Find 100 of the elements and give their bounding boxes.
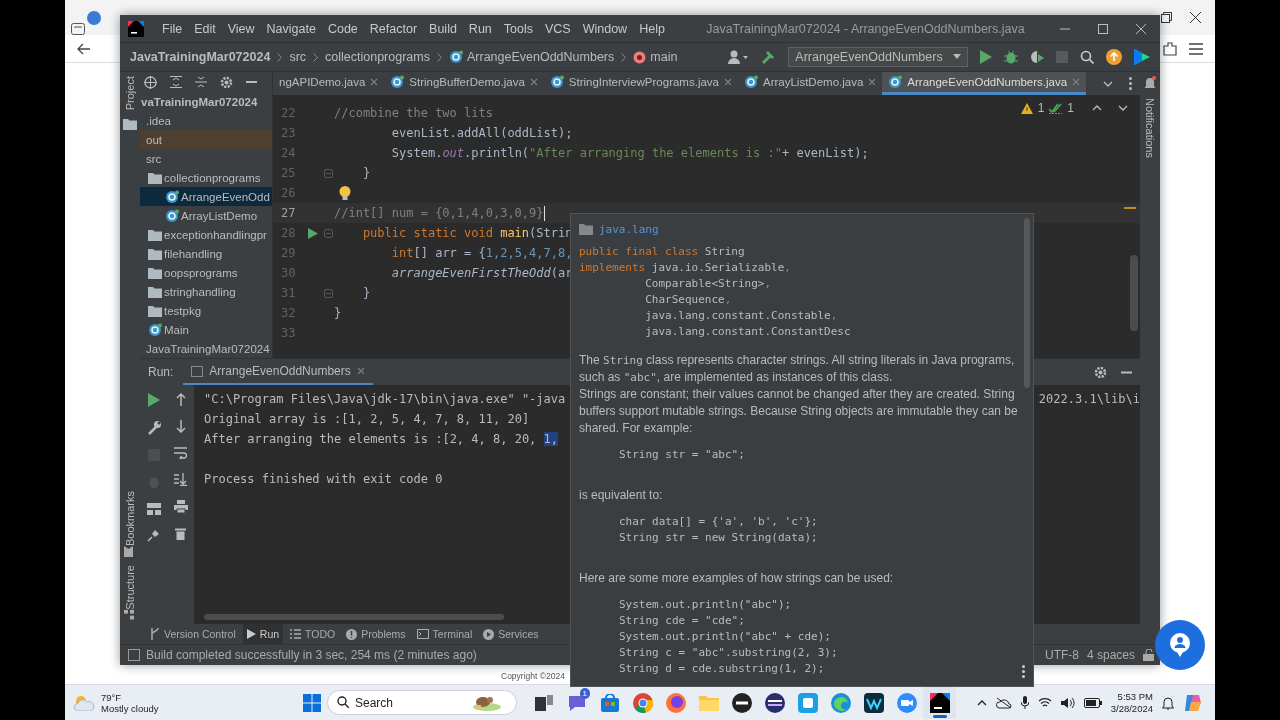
breadcrumb[interactable]: JavaTrainingMar072024 — [130, 50, 271, 64]
up-arrow-icon[interactable] — [175, 393, 186, 406]
structure-tool-tab[interactable]: Structure — [124, 565, 136, 620]
tree-item[interactable]: Main — [140, 320, 272, 339]
scrollbar[interactable] — [204, 614, 504, 620]
webex-icon[interactable] — [863, 692, 884, 713]
task-view-icon[interactable] — [534, 694, 553, 711]
tree-item[interactable]: testpkg — [140, 301, 272, 320]
menu-item[interactable]: Window — [576, 21, 634, 36]
tree-item[interactable]: exceptionhandlingpr — [140, 225, 272, 244]
lightbulb-icon[interactable] — [339, 185, 351, 201]
tool-window-button[interactable]: Version Control — [146, 624, 240, 644]
app-logo-icon[interactable] — [128, 20, 144, 37]
close-icon[interactable] — [1136, 23, 1146, 34]
run-icon[interactable] — [147, 393, 160, 407]
menu-item[interactable]: Tools — [497, 21, 539, 36]
bell-icon[interactable] — [1162, 695, 1174, 710]
menu-item[interactable]: Navigate — [260, 21, 322, 36]
package-name[interactable]: java.lang — [599, 222, 659, 236]
microphone-icon[interactable] — [1020, 696, 1029, 709]
more-icon[interactable] — [1129, 77, 1132, 90]
menu-icon[interactable] — [1189, 42, 1203, 55]
close-icon[interactable] — [1190, 12, 1201, 23]
tree-item[interactable]: JavaTrainingMar072024 — [140, 339, 272, 358]
trash-icon[interactable] — [175, 527, 186, 540]
tool-window-button[interactable]: Terminal — [412, 624, 477, 644]
print-icon[interactable] — [173, 500, 188, 513]
indent-setting[interactable]: 4 spaces — [1086, 648, 1135, 662]
breadcrumb[interactable]: collectionprograms — [325, 50, 430, 64]
editor-tab[interactable]: ArrayListDemo.java — [738, 72, 883, 95]
restore-icon[interactable] — [1161, 12, 1172, 23]
tree-item[interactable]: .idea — [140, 111, 272, 130]
extensions-icon[interactable] — [1163, 41, 1177, 56]
expand-all-icon[interactable] — [170, 76, 182, 88]
menu-item[interactable]: Run — [462, 21, 498, 36]
run-configuration-dropdown[interactable]: ArrangeEvenOddNumbers — [788, 47, 968, 67]
run-icon[interactable] — [980, 50, 992, 64]
menu-item[interactable]: Edit — [188, 21, 222, 36]
update-icon[interactable] — [1106, 49, 1122, 65]
chevron-down-icon[interactable] — [1103, 80, 1113, 87]
editor-tab[interactable]: ArrangeEvenOddNumbers.java — [882, 72, 1087, 95]
wrench-icon[interactable] — [146, 421, 161, 435]
start-icon[interactable] — [303, 693, 321, 712]
down-arrow-icon[interactable] — [175, 420, 186, 433]
cloud-off-icon[interactable] — [995, 696, 1012, 709]
bookmarks-tool-tab[interactable]: Bookmarks — [124, 491, 136, 558]
square-app-icon[interactable] — [797, 692, 818, 713]
maximize-icon[interactable] — [1098, 23, 1108, 34]
chevron-up-icon[interactable] — [976, 699, 987, 706]
bug-icon[interactable] — [1004, 50, 1018, 64]
breadcrumb[interactable]: src — [289, 50, 307, 64]
weak-warning-count[interactable]: 1 — [1067, 101, 1074, 115]
browser-icon[interactable] — [830, 692, 851, 713]
warning-count[interactable]: 1 — [1037, 101, 1045, 115]
plugin-logo-icon[interactable] — [1134, 49, 1150, 65]
lock-icon[interactable] — [1143, 649, 1154, 661]
more-icon[interactable] — [1022, 665, 1025, 678]
pin-icon[interactable] — [147, 529, 160, 542]
tree-item[interactable]: ArrangeEvenOdd — [140, 187, 272, 206]
ide-logo-icon[interactable] — [929, 692, 950, 713]
store-icon[interactable] — [600, 693, 619, 712]
tree-item[interactable]: oopsprograms — [140, 263, 272, 282]
soft-wrap-icon[interactable] — [174, 447, 187, 459]
hammer-icon[interactable] — [760, 49, 776, 65]
tree-item[interactable]: src — [140, 149, 272, 168]
collapse-all-icon[interactable] — [195, 76, 207, 88]
tab-list-icon[interactable] — [71, 23, 85, 35]
settings-icon[interactable] — [220, 75, 233, 89]
run-gutter-icon[interactable] — [308, 227, 318, 239]
project-tool-tab[interactable]: Project — [124, 76, 136, 111]
stripes-icon[interactable] — [764, 692, 785, 713]
chevron-down-icon[interactable] — [1118, 105, 1128, 111]
browser-icon[interactable] — [665, 692, 686, 713]
menu-item[interactable]: VCS — [539, 21, 577, 36]
chevron-up-icon[interactable] — [1092, 105, 1102, 111]
clock-date[interactable]: 3/28/2024 — [1110, 702, 1153, 715]
volume-icon[interactable] — [1060, 696, 1075, 709]
tool-window-button[interactable]: TODO — [286, 624, 340, 644]
tool-window-button[interactable]: Services — [479, 624, 543, 644]
coverage-icon[interactable] — [1030, 50, 1044, 64]
tree-item[interactable]: collectionprograms — [140, 168, 272, 187]
tree-item[interactable]: vaTrainingMar072024 — [140, 92, 272, 111]
clock-time[interactable]: 5:53 PM — [1117, 690, 1153, 703]
menu-item[interactable]: Refactor — [363, 21, 424, 36]
settings-icon[interactable] — [1094, 365, 1107, 379]
menu-item[interactable]: Code — [321, 21, 364, 36]
round-logo-icon[interactable] — [731, 692, 752, 713]
tool-window-button[interactable]: Problems — [342, 624, 410, 644]
browser-icon[interactable] — [632, 692, 653, 713]
menu-item[interactable]: File — [156, 21, 189, 36]
chat-icon[interactable] — [566, 693, 587, 712]
tool-window-button[interactable]: Run — [242, 624, 284, 644]
battery-icon[interactable] — [1083, 697, 1102, 708]
video-call-icon[interactable] — [896, 692, 917, 713]
wifi-icon[interactable] — [1037, 697, 1052, 708]
menu-item[interactable]: View — [221, 21, 261, 36]
panel-toggle-icon[interactable] — [128, 649, 140, 661]
editor-tab[interactable]: StringBufferDemo.java — [384, 72, 544, 95]
editor-tab[interactable]: StringInterviewPrograms.java — [543, 72, 738, 95]
layout-icon[interactable] — [146, 503, 161, 515]
